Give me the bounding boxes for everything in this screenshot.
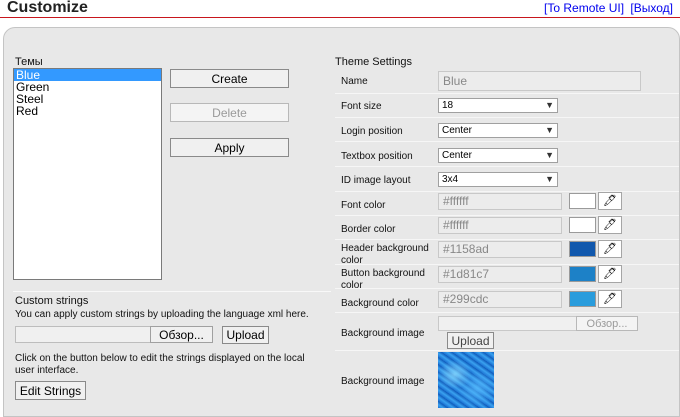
header-bg-color-swatch bbox=[569, 241, 596, 257]
chevron-down-icon: ▼ bbox=[545, 150, 554, 160]
create-button[interactable]: Create bbox=[170, 69, 289, 88]
bg-color-label: Background color bbox=[341, 298, 419, 309]
eyedropper-icon[interactable]: 🖊 bbox=[598, 265, 622, 283]
login-position-value: Center bbox=[442, 125, 473, 136]
id-image-layout-label: ID image layout bbox=[341, 175, 411, 186]
themes-listbox[interactable]: Blue Green Steel Red bbox=[13, 68, 162, 280]
eyedropper-icon[interactable]: 🖊 bbox=[598, 192, 622, 210]
row-divider bbox=[335, 264, 679, 265]
theme-settings-heading: Theme Settings bbox=[335, 56, 413, 68]
border-color-field[interactable]: #ffffff bbox=[438, 217, 562, 234]
bg-image-browse-button[interactable]: Обзор... bbox=[576, 316, 638, 331]
page-title: Customize bbox=[7, 0, 88, 16]
font-color-field[interactable]: #ffffff bbox=[438, 193, 562, 210]
background-image-preview bbox=[438, 352, 494, 408]
row-divider bbox=[335, 239, 679, 240]
eyedropper-icon[interactable]: 🖊 bbox=[598, 240, 622, 258]
textbox-position-label: Textbox position bbox=[341, 151, 413, 162]
remote-ui-link[interactable]: [To Remote UI] bbox=[544, 1, 624, 15]
id-image-layout-select[interactable]: 3x4 ▼ bbox=[438, 172, 558, 187]
header-bg-color-field[interactable]: #1158ad bbox=[438, 241, 562, 258]
row-divider bbox=[335, 93, 679, 94]
apply-button[interactable]: Apply bbox=[170, 138, 289, 157]
header-links: [To Remote UI] [Выход] bbox=[541, 1, 673, 15]
custom-strings-upload-button[interactable]: Upload bbox=[222, 326, 269, 344]
id-image-layout-value: 3x4 bbox=[442, 174, 459, 185]
edit-strings-button[interactable]: Edit Strings bbox=[15, 381, 86, 400]
row-divider bbox=[335, 166, 679, 167]
edit-strings-description: Click on the button below to edit the st… bbox=[15, 353, 305, 376]
font-color-label: Font color bbox=[341, 200, 386, 211]
border-color-swatch bbox=[569, 217, 596, 233]
row-divider bbox=[335, 288, 679, 289]
font-color-swatch bbox=[569, 193, 596, 209]
bg-color-field[interactable]: #299cdc bbox=[438, 291, 562, 308]
name-field[interactable]: Blue bbox=[438, 71, 641, 91]
bg-color-swatch bbox=[569, 291, 596, 307]
login-position-select[interactable]: Center ▼ bbox=[438, 123, 558, 138]
font-size-select[interactable]: 18 ▼ bbox=[438, 98, 558, 113]
name-label: Name bbox=[341, 76, 368, 87]
theme-item-red[interactable]: Red bbox=[14, 105, 161, 117]
custom-strings-browse-button[interactable]: Обзор... bbox=[150, 326, 213, 343]
row-divider bbox=[335, 312, 679, 313]
border-color-label: Border color bbox=[341, 224, 396, 235]
custom-strings-separator bbox=[13, 291, 331, 292]
login-position-label: Login position bbox=[341, 126, 403, 137]
custom-strings-heading: Custom strings bbox=[15, 295, 89, 307]
row-divider bbox=[335, 191, 679, 192]
font-size-value: 18 bbox=[442, 100, 454, 111]
header-divider bbox=[0, 17, 680, 18]
exit-link[interactable]: [Выход] bbox=[630, 1, 673, 15]
textbox-position-select[interactable]: Center ▼ bbox=[438, 148, 558, 163]
row-divider bbox=[335, 350, 679, 351]
bg-image-preview-label: Background image bbox=[341, 376, 425, 387]
delete-button[interactable]: Delete bbox=[170, 103, 289, 122]
row-divider bbox=[335, 117, 679, 118]
row-divider bbox=[335, 141, 679, 142]
button-bg-color-swatch bbox=[569, 266, 596, 282]
chevron-down-icon: ▼ bbox=[545, 174, 554, 184]
bg-image-upload-button[interactable]: Upload bbox=[447, 332, 494, 349]
eyedropper-icon[interactable]: 🖊 bbox=[598, 216, 622, 234]
bg-image-label: Background image bbox=[341, 328, 425, 339]
textbox-position-value: Center bbox=[442, 150, 473, 161]
themes-label: Темы bbox=[15, 56, 43, 68]
chevron-down-icon: ▼ bbox=[545, 125, 554, 135]
eyedropper-icon[interactable]: 🖊 bbox=[598, 290, 622, 308]
font-size-label: Font size bbox=[341, 101, 382, 112]
button-bg-color-field[interactable]: #1d81c7 bbox=[438, 266, 562, 283]
row-divider bbox=[335, 215, 679, 216]
chevron-down-icon: ▼ bbox=[545, 100, 554, 110]
custom-strings-description: You can apply custom strings by uploadin… bbox=[15, 309, 309, 320]
